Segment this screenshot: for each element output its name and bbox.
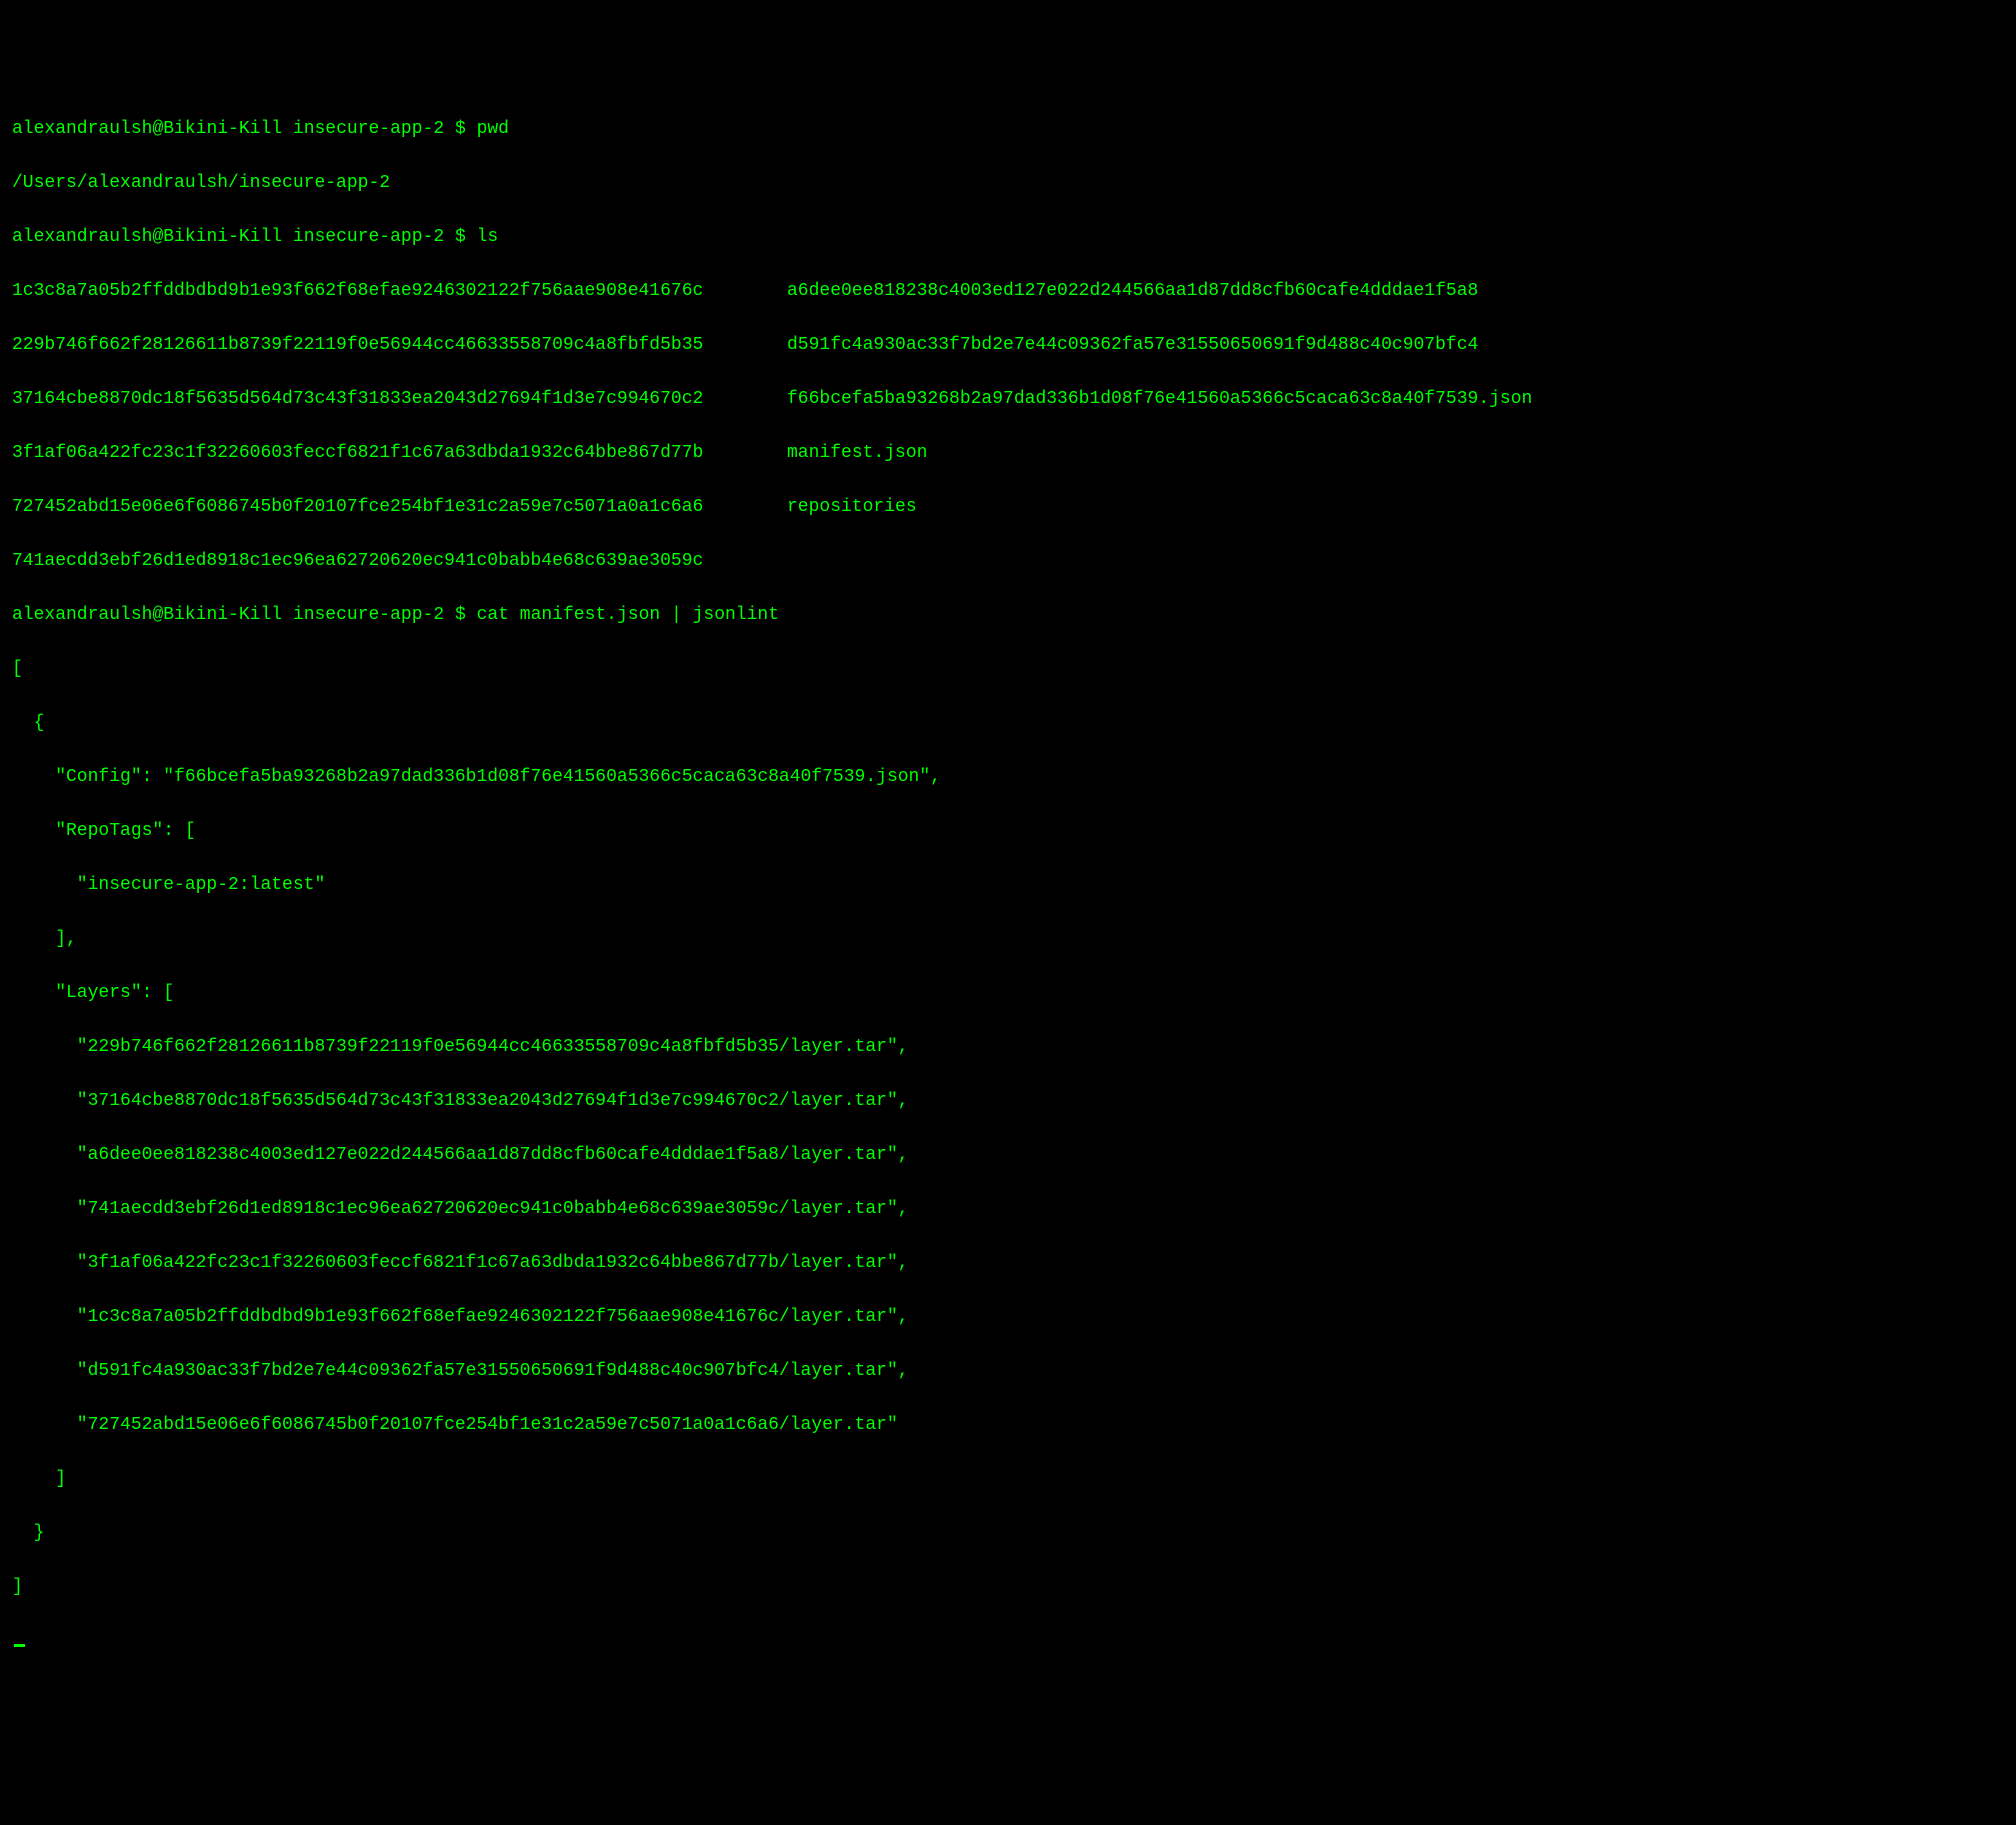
json-line: [ — [12, 656, 2004, 683]
prompt-symbol: $ — [455, 605, 466, 625]
json-line: "727452abd15e06e6f6086745b0f20107fce254b… — [12, 1412, 2004, 1439]
prompt-user: alexandraulsh — [12, 119, 152, 139]
json-line: "Config": "f66bcefa5ba93268b2a97dad336b1… — [12, 764, 2004, 791]
prompt-dir: insecure-app-2 — [293, 227, 444, 247]
cursor-line[interactable] — [12, 1628, 2004, 1655]
prompt-line-ls: alexandraulsh@Bikini-Kill insecure-app-2… — [12, 224, 2004, 251]
prompt-host: Bikini-Kill — [163, 605, 282, 625]
terminal[interactable]: alexandraulsh@Bikini-Kill insecure-app-2… — [12, 116, 2004, 1682]
ls-item: f66bcefa5ba93268b2a97dad336b1d08f76e4156… — [787, 386, 2004, 413]
json-line: ] — [12, 1466, 2004, 1493]
prompt-line-cat: alexandraulsh@Bikini-Kill insecure-app-2… — [12, 602, 2004, 629]
json-line: "741aecdd3ebf26d1ed8918c1ec96ea62720620e… — [12, 1196, 2004, 1223]
json-line: "Layers": [ — [12, 980, 2004, 1007]
json-line: "insecure-app-2:latest" — [12, 872, 2004, 899]
json-line: "37164cbe8870dc18f5635d564d73c43f31833ea… — [12, 1088, 2004, 1115]
cursor-icon — [14, 1644, 25, 1647]
json-line: ] — [12, 1574, 2004, 1601]
at-symbol: @ — [152, 605, 163, 625]
json-line: "1c3c8a7a05b2ffddbdbd9b1e93f662f68efae92… — [12, 1304, 2004, 1331]
ls-col-left: 1c3c8a7a05b2ffddbdbd9b1e93f662f68efae924… — [12, 278, 787, 575]
json-line: "a6dee0ee818238c4003ed127e022d244566aa1d… — [12, 1142, 2004, 1169]
json-line: "d591fc4a930ac33f7bd2e7e44c09362fa57e315… — [12, 1358, 2004, 1385]
ls-item: 3f1af06a422fc23c1f32260603feccf6821f1c67… — [12, 440, 787, 467]
ls-item: 727452abd15e06e6f6086745b0f20107fce254bf… — [12, 494, 787, 521]
prompt-line-pwd: alexandraulsh@Bikini-Kill insecure-app-2… — [12, 116, 2004, 143]
ls-item: manifest.json — [787, 440, 2004, 467]
prompt-host: Bikini-Kill — [163, 227, 282, 247]
json-line: "3f1af06a422fc23c1f32260603feccf6821f1c6… — [12, 1250, 2004, 1277]
at-symbol: @ — [152, 119, 163, 139]
command-pwd: pwd — [477, 119, 509, 139]
command-cat: cat manifest.json | jsonlint — [477, 605, 779, 625]
ls-item: d591fc4a930ac33f7bd2e7e44c09362fa57e3155… — [787, 332, 2004, 359]
prompt-dir: insecure-app-2 — [293, 605, 444, 625]
json-line: "229b746f662f28126611b8739f22119f0e56944… — [12, 1034, 2004, 1061]
prompt-dir: insecure-app-2 — [293, 119, 444, 139]
command-ls: ls — [477, 227, 499, 247]
at-symbol: @ — [152, 227, 163, 247]
ls-item: 741aecdd3ebf26d1ed8918c1ec96ea62720620ec… — [12, 548, 787, 575]
json-line: { — [12, 710, 2004, 737]
ls-item: 37164cbe8870dc18f5635d564d73c43f31833ea2… — [12, 386, 787, 413]
json-line: ], — [12, 926, 2004, 953]
json-output: [ { "Config": "f66bcefa5ba93268b2a97dad3… — [12, 656, 2004, 1601]
ls-item: 229b746f662f28126611b8739f22119f0e56944c… — [12, 332, 787, 359]
json-line: "RepoTags": [ — [12, 818, 2004, 845]
ls-output: 1c3c8a7a05b2ffddbdbd9b1e93f662f68efae924… — [12, 278, 2004, 575]
pwd-output: /Users/alexandraulsh/insecure-app-2 — [12, 170, 2004, 197]
ls-item: a6dee0ee818238c4003ed127e022d244566aa1d8… — [787, 278, 2004, 305]
prompt-user: alexandraulsh — [12, 227, 152, 247]
ls-item: 1c3c8a7a05b2ffddbdbd9b1e93f662f68efae924… — [12, 278, 787, 305]
ls-col-right: a6dee0ee818238c4003ed127e022d244566aa1d8… — [787, 278, 2004, 575]
json-line: } — [12, 1520, 2004, 1547]
prompt-symbol: $ — [455, 227, 466, 247]
prompt-user: alexandraulsh — [12, 605, 152, 625]
ls-item: repositories — [787, 494, 2004, 521]
prompt-host: Bikini-Kill — [163, 119, 282, 139]
prompt-symbol: $ — [455, 119, 466, 139]
